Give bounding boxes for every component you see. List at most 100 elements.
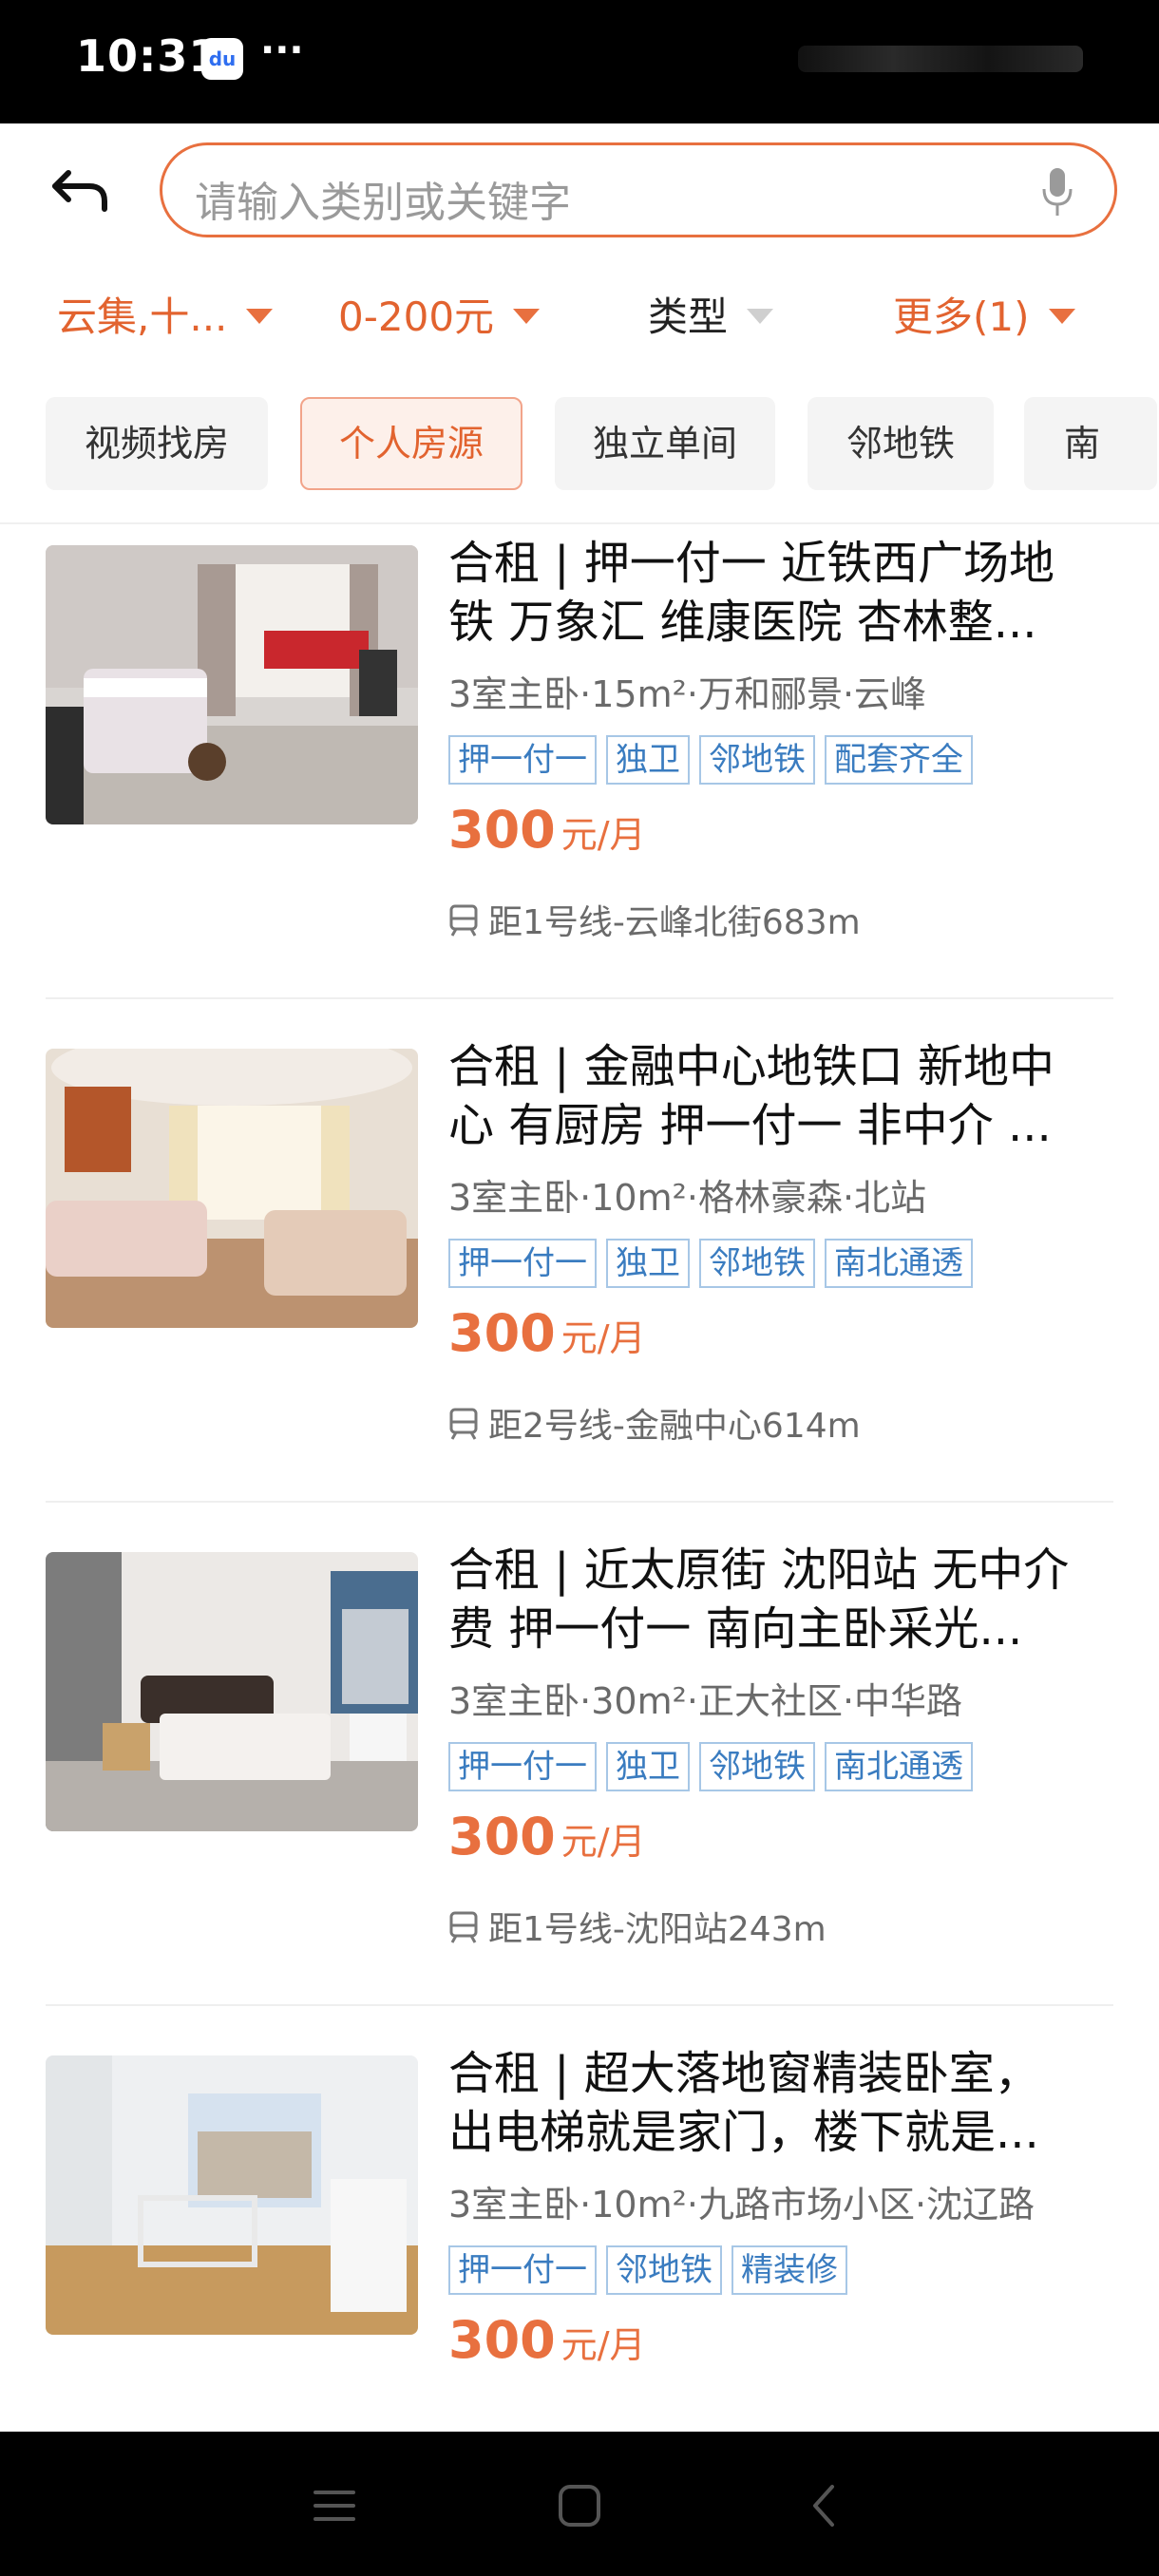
system-nav-bar — [0, 2432, 1159, 2576]
subway-distance: 距1号线-云峰北街683m — [488, 903, 861, 942]
dropdown-triangle-icon — [246, 308, 274, 324]
filter-area[interactable]: 云集,十... — [57, 285, 274, 343]
subway-distance: 距1号线-沈阳站243m — [488, 1910, 826, 1949]
filter-price[interactable]: 0-200元 — [338, 285, 541, 343]
status-indicators — [798, 46, 1083, 74]
subway-icon — [449, 904, 478, 937]
tag: 独卫 — [606, 1742, 690, 1791]
listing-subway: 距1号线-沈阳站243m — [448, 1902, 826, 1951]
listing-card[interactable]: 合租 | 近太原街 沈阳站 无中介 费 押一付一 南向主卧采光... 3室主卧·… — [0, 1531, 1159, 2035]
listing-title[interactable]: 合租 | 金融中心地铁口 新地中 心 有厨房 押一付一 非中介 ... — [448, 1037, 1119, 1155]
quick-filter-chips: 视频找房 个人房源 独立单间 邻地铁 南 — [0, 397, 1159, 492]
price-value: 300 — [448, 2310, 556, 2370]
search-placeholder: 请输入类别或关键字 — [195, 179, 571, 227]
listing-meta: 3室主卧·15m²·万和郦景·云峰 — [448, 673, 927, 715]
tag: 南北通透 — [825, 1239, 973, 1288]
tag: 独卫 — [606, 1239, 690, 1288]
listing-title-line2: 出电梯就是家门，楼下就是... — [448, 2106, 1039, 2159]
listing-title-line2: 心 有厨房 押一付一 非中介 ... — [448, 1099, 1052, 1152]
listing-title-line2: 铁 万象汇 维康医院 杏林整... — [448, 596, 1037, 649]
back-nav-icon[interactable] — [796, 2477, 853, 2534]
listing-tags: 押一付一 邻地铁 精装修 — [448, 2245, 857, 2297]
listing-divider — [46, 2004, 1113, 2006]
listing-subway: 距1号线-云峰北街683m — [448, 895, 861, 944]
status-time: 10:31 — [76, 30, 220, 82]
back-button[interactable] — [48, 160, 114, 226]
listing-meta: 3室主卧·10m²·格林豪森·北站 — [448, 1177, 927, 1219]
baidu-app-icon: du — [201, 38, 243, 80]
back-arrow-icon — [52, 170, 107, 212]
filter-bar: 云集,十... 0-200元 类型 更多(1) — [0, 275, 1159, 351]
chip-single-room[interactable]: 独立单间 — [555, 397, 775, 490]
tag: 精装修 — [732, 2245, 847, 2295]
listing-tags: 押一付一 独卫 邻地铁 南北通透 — [448, 1742, 982, 1793]
listing-photo[interactable] — [46, 1049, 418, 1328]
listing-price: 300 元/月 — [448, 2310, 646, 2370]
tag: 邻地铁 — [699, 735, 815, 785]
listing-photo[interactable] — [46, 545, 418, 824]
filter-more[interactable]: 更多(1) — [893, 285, 1075, 343]
listing-meta: 3室主卧·10m²·九路市场小区·沈辽路 — [448, 2184, 1036, 2226]
price-value: 300 — [448, 1303, 556, 1363]
filter-type-label: 类型 — [648, 294, 729, 340]
price-unit: 元/月 — [560, 1317, 646, 1359]
price-value: 300 — [448, 800, 556, 860]
chip-south[interactable]: 南 — [1024, 397, 1157, 490]
dropdown-triangle-icon — [513, 308, 541, 324]
listing-price: 300 元/月 — [448, 1807, 646, 1866]
listing-title[interactable]: 合租 | 近太原街 沈阳站 无中介 费 押一付一 南向主卧采光... — [448, 1541, 1119, 1658]
subway-icon — [449, 1408, 478, 1440]
subway-distance: 距2号线-金融中心614m — [488, 1407, 861, 1446]
listing-divider — [46, 1501, 1113, 1503]
menu-icon[interactable] — [306, 2477, 363, 2534]
chip-near-subway[interactable]: 邻地铁 — [808, 397, 994, 490]
listing-meta: 3室主卧·30m²·正大社区·中华路 — [448, 1680, 963, 1722]
listing-title-line1: 合租 | 押一付一 近铁西广场地 — [448, 537, 1054, 590]
dropdown-triangle-icon — [747, 308, 774, 324]
tag: 邻地铁 — [699, 1239, 815, 1288]
listing-card[interactable]: 合租 | 押一付一 近铁西广场地 铁 万象汇 维康医院 杏林整... 3室主卧·… — [0, 524, 1159, 1028]
listing-tags: 押一付一 独卫 邻地铁 配套齐全 — [448, 735, 982, 786]
price-unit: 元/月 — [560, 1821, 646, 1863]
tag: 押一付一 — [448, 1742, 597, 1791]
dropdown-triangle-icon — [1048, 308, 1075, 324]
filter-area-label: 云集,十... — [57, 294, 228, 340]
listing-tags: 押一付一 独卫 邻地铁 南北通透 — [448, 1239, 982, 1290]
home-icon[interactable] — [551, 2477, 608, 2534]
listing-photo[interactable] — [46, 2055, 418, 2335]
listing-title-line1: 合租 | 金融中心地铁口 新地中 — [448, 1040, 1054, 1093]
listing-price: 300 元/月 — [448, 1303, 646, 1363]
tag: 押一付一 — [448, 2245, 597, 2295]
tag: 押一付一 — [448, 735, 597, 785]
tag: 独卫 — [606, 735, 690, 785]
chip-personal[interactable]: 个人房源 — [300, 397, 522, 490]
listing-subway: 距2号线-金融中心614m — [448, 1398, 861, 1448]
listing-title[interactable]: 合租 | 超大落地窗精装卧室， 出电梯就是家门，楼下就是... — [448, 2044, 1119, 2162]
listing-title-line1: 合租 | 超大落地窗精装卧室， — [448, 2047, 1040, 2100]
filter-price-label: 0-200元 — [338, 294, 495, 340]
price-unit: 元/月 — [560, 814, 646, 856]
listing-photo[interactable] — [46, 1552, 418, 1831]
chip-video[interactable]: 视频找房 — [46, 397, 268, 490]
price-value: 300 — [448, 1807, 556, 1866]
subway-icon — [449, 1911, 478, 1943]
listing-card[interactable]: 合租 | 超大落地窗精装卧室， 出电梯就是家门，楼下就是... 3室主卧·10m… — [0, 2035, 1159, 2432]
listing-price: 300 元/月 — [448, 800, 646, 860]
tag: 配套齐全 — [825, 735, 973, 785]
tag: 邻地铁 — [606, 2245, 722, 2295]
filter-type[interactable]: 类型 — [648, 285, 774, 343]
search-input[interactable]: 请输入类别或关键字 — [160, 142, 1117, 237]
listing-title-line1: 合租 | 近太原街 沈阳站 无中介 — [448, 1544, 1070, 1597]
listing-title-line2: 费 押一付一 南向主卧采光... — [448, 1602, 1023, 1656]
tag: 押一付一 — [448, 1239, 597, 1288]
listing-title[interactable]: 合租 | 押一付一 近铁西广场地 铁 万象汇 维康医院 杏林整... — [448, 534, 1119, 652]
microphone-icon[interactable] — [1038, 164, 1076, 221]
filter-more-label: 更多(1) — [893, 294, 1030, 340]
listing-card[interactable]: 合租 | 金融中心地铁口 新地中 心 有厨房 押一付一 非中介 ... 3室主卧… — [0, 1028, 1159, 1531]
status-bar: 10:31 du ··· — [0, 0, 1159, 123]
listing-divider — [46, 997, 1113, 999]
status-more-dots: ··· — [260, 28, 304, 72]
tag: 邻地铁 — [699, 1742, 815, 1791]
price-unit: 元/月 — [560, 2324, 646, 2366]
tag: 南北通透 — [825, 1742, 973, 1791]
